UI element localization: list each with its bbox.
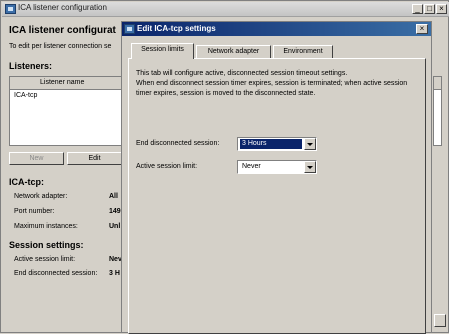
dialog-icon: [124, 24, 135, 34]
network-adapter-label: Network adapter:: [14, 193, 68, 200]
listener-details-heading: ICA-tcp:: [9, 177, 44, 187]
active-session-label: Active session limit:: [14, 256, 76, 263]
main-titlebar: ICA listener configuration _ □ ×: [2, 2, 449, 17]
edit-settings-dialog: Edit ICA-tcp settings × Session limits N…: [121, 21, 432, 334]
page-heading: ICA listener configurat: [9, 25, 116, 36]
listeners-label: Listeners:: [9, 61, 53, 71]
listeners-list[interactable]: Listener name ICA-tcp: [9, 76, 127, 146]
list-header-edge: [434, 77, 441, 90]
tab-environment[interactable]: Environment: [273, 45, 333, 59]
max-instances-value: Unl: [109, 223, 121, 230]
network-adapter-value: All: [109, 193, 118, 200]
minimize-button[interactable]: _: [412, 4, 423, 14]
chevron-down-icon[interactable]: [304, 161, 316, 173]
description-line-1: This tab will configure active, disconne…: [136, 70, 348, 77]
chevron-down-icon[interactable]: [304, 138, 316, 150]
dialog-title: Edit ICA-tcp settings: [137, 24, 216, 33]
description-line-2: When end disconnect session timer expire…: [136, 80, 408, 97]
end-disconnected-label: End disconnected session:: [14, 270, 98, 277]
list-item[interactable]: ICA-tcp: [14, 92, 37, 99]
panel-description: This tab will configure active, disconne…: [136, 69, 421, 99]
main-window-title: ICA listener configuration: [18, 3, 107, 12]
port-number-label: Port number:: [14, 208, 55, 215]
end-disconnected-value: 3 H: [109, 270, 120, 277]
edit-button[interactable]: Edit: [67, 152, 122, 165]
new-button[interactable]: New: [9, 152, 64, 165]
dialog-titlebar[interactable]: Edit ICA-tcp settings ×: [122, 22, 431, 36]
app-icon: [5, 4, 16, 14]
list-column-header[interactable]: Listener name: [40, 79, 84, 86]
active-session-value: Nev: [109, 256, 122, 263]
ok-button-partial[interactable]: [434, 314, 446, 327]
port-number-value: 149: [109, 208, 121, 215]
end-disconnected-session-label: End disconnected session:: [136, 140, 220, 147]
active-session-limit-label: Active session limit:: [136, 163, 198, 170]
list-header[interactable]: Listener name: [10, 77, 126, 90]
max-instances-label: Maximum instances:: [14, 223, 78, 230]
dialog-close-button[interactable]: ×: [416, 24, 428, 34]
listeners-list-edge: [433, 76, 442, 146]
close-button[interactable]: ×: [436, 4, 447, 14]
active-session-limit-value: Never: [242, 163, 261, 170]
session-settings-heading: Session settings:: [9, 240, 84, 250]
page-description: To edit per listener connection se: [9, 43, 112, 50]
end-disconnected-session-select[interactable]: 3 Hours: [237, 137, 317, 151]
active-session-limit-select[interactable]: Never: [237, 160, 317, 174]
tab-session-limits[interactable]: Session limits: [131, 43, 194, 59]
end-disconnected-session-value: 3 Hours: [240, 139, 302, 149]
session-limits-panel: This tab will configure active, disconne…: [128, 58, 426, 334]
tab-network-adapter[interactable]: Network adapter: [196, 45, 271, 59]
maximize-button[interactable]: □: [424, 4, 435, 14]
